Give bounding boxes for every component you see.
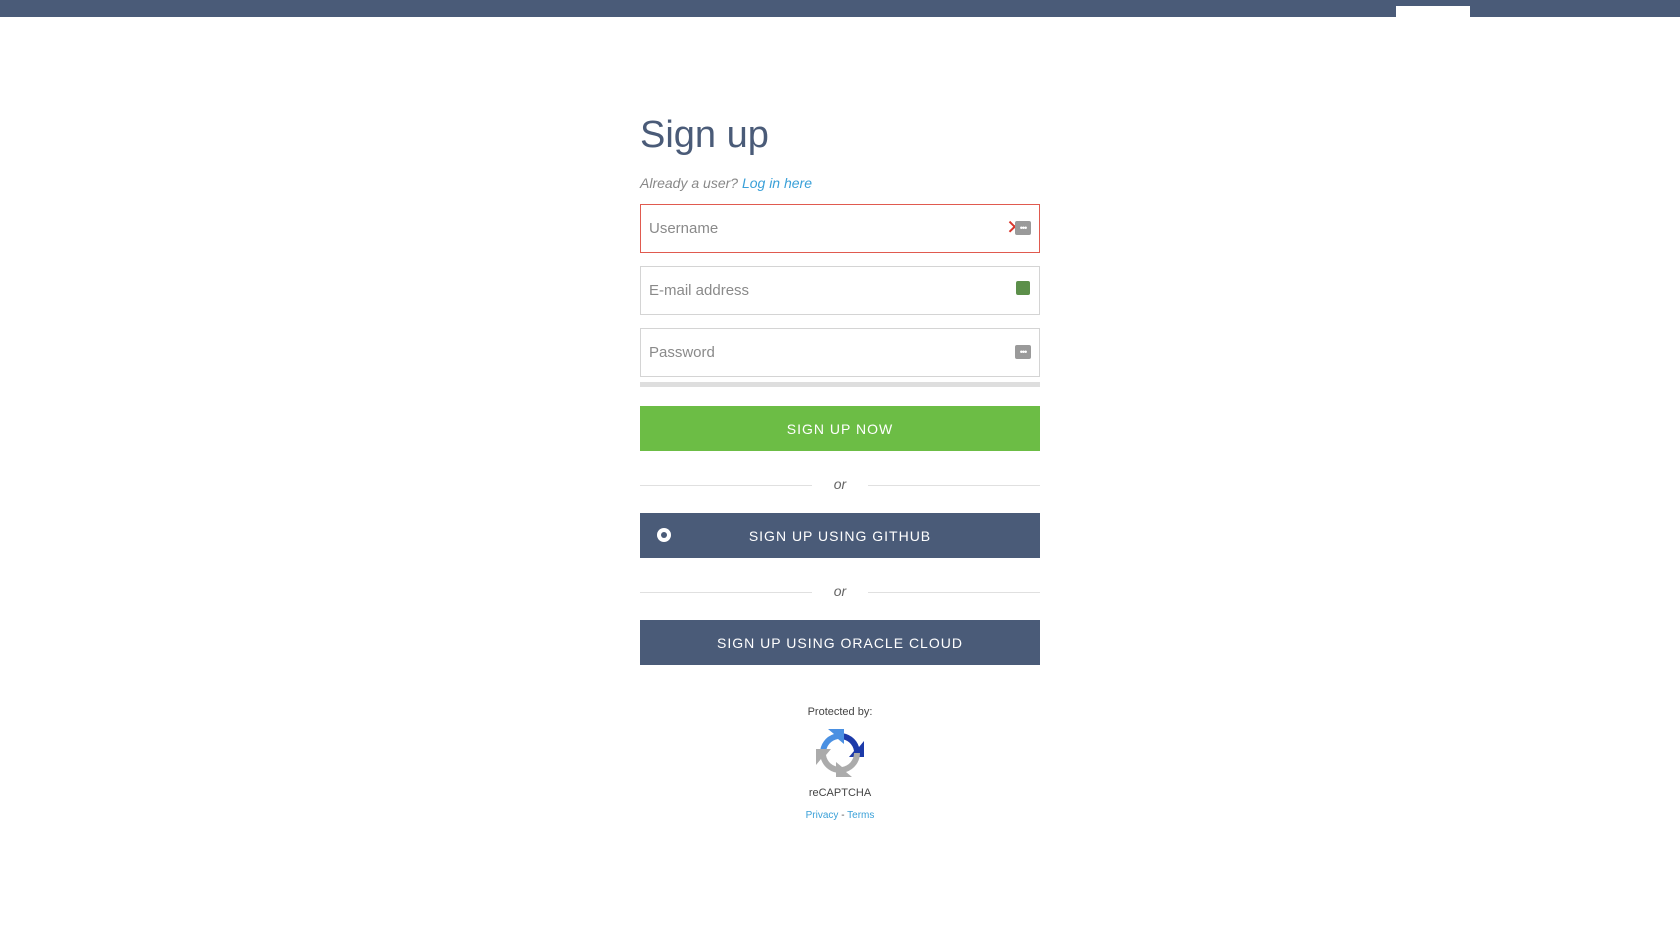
recaptcha-label: reCAPTCHA (808, 787, 872, 799)
top-navigation-bar (0, 0, 1680, 17)
terms-link[interactable]: Terms (847, 810, 874, 821)
login-link[interactable]: Log in here (742, 175, 812, 191)
password-field: ••• (640, 328, 1040, 377)
contact-card-icon[interactable] (1016, 281, 1030, 295)
username-input[interactable] (641, 205, 989, 252)
signup-github-button[interactable]: SIGN UP USING GITHUB (640, 513, 1040, 558)
email-field (640, 266, 1040, 315)
recaptcha-links: Privacy - Terms (640, 809, 1040, 823)
password-manager-icon[interactable]: ••• (1015, 345, 1031, 359)
already-user-text: Already a user? (640, 175, 739, 191)
links-separator: - (838, 810, 848, 821)
or-label: or (833, 583, 847, 599)
password-manager-icon[interactable]: ••• (1015, 221, 1031, 235)
or-divider: or (640, 451, 1040, 513)
login-prompt: Already a user? Log in here (640, 174, 1040, 192)
signup-now-button[interactable]: SIGN UP NOW (640, 406, 1040, 451)
github-icon (657, 528, 671, 542)
or-divider: or (640, 558, 1040, 620)
divider-line (868, 485, 1040, 486)
privacy-link[interactable]: Privacy (806, 810, 839, 821)
recaptcha-logo[interactable] (814, 727, 866, 779)
email-input[interactable] (641, 267, 989, 314)
username-field: ✕ ••• (640, 204, 1040, 253)
page-title: Sign up (640, 114, 769, 156)
signup-form-container: Sign up Already a user? Log in here ✕ ••… (640, 110, 1040, 823)
signup-github-label: SIGN UP USING GITHUB (748, 527, 932, 544)
protected-by-label: Protected by: (807, 706, 873, 718)
top-bar-tab[interactable] (1396, 6, 1470, 17)
or-label: or (833, 476, 847, 492)
password-input[interactable] (641, 329, 989, 376)
signup-oracle-button[interactable]: SIGN UP USING ORACLE CLOUD (640, 620, 1040, 665)
divider-line (868, 592, 1040, 593)
